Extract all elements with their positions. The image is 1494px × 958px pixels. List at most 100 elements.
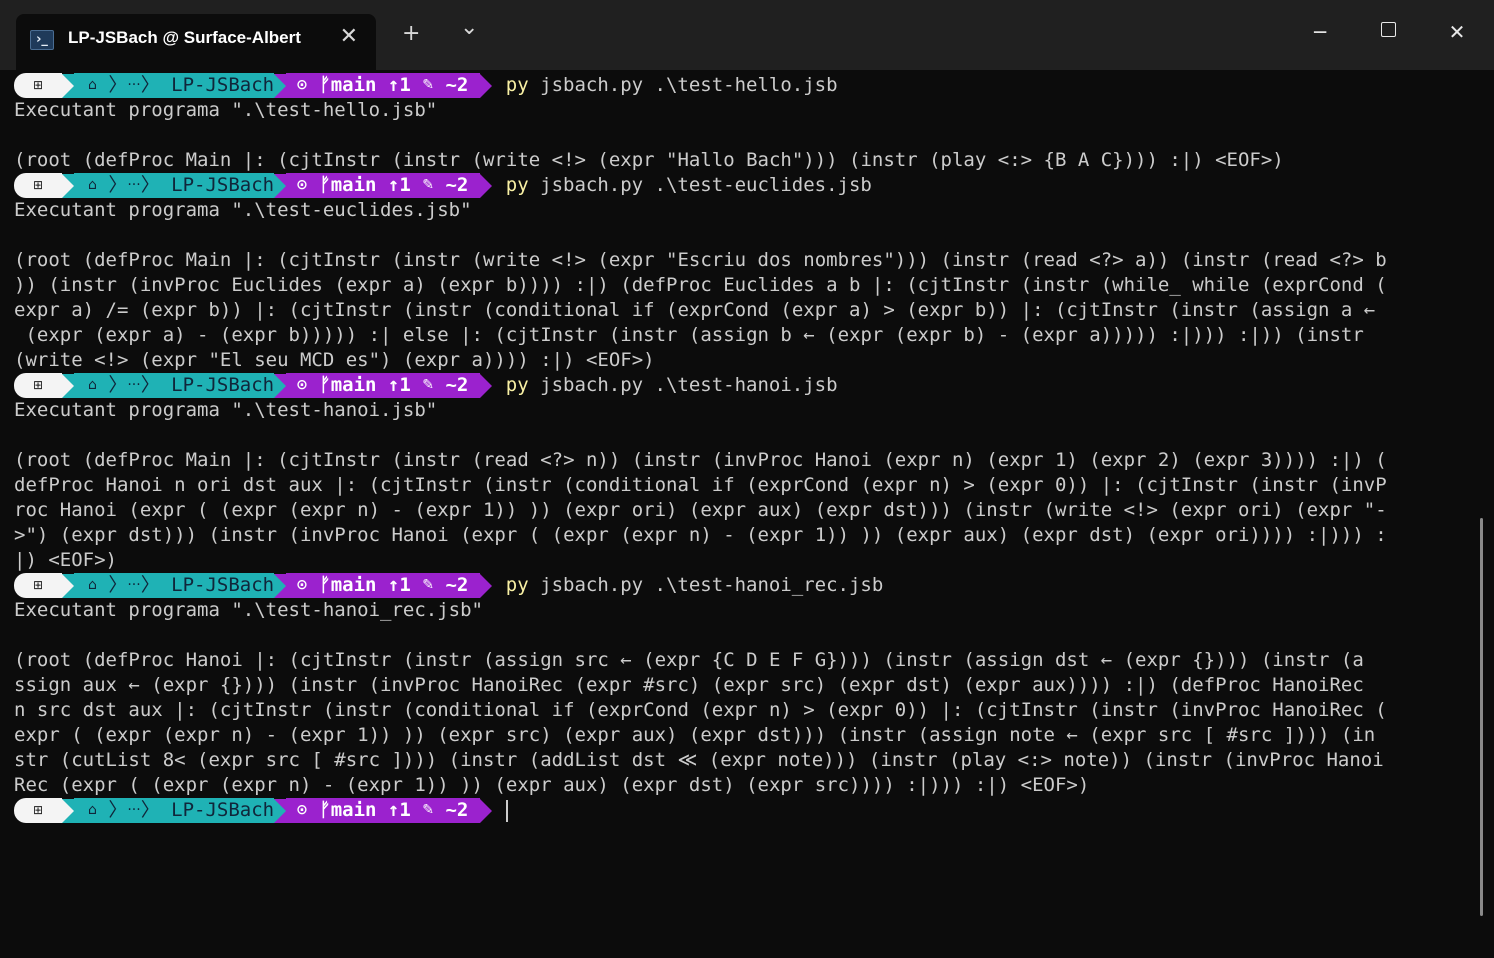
output-line: Executant programa ".\test-hanoi_rec.jsb… xyxy=(14,599,483,621)
output-line: expr ( (expr (expr n) - (expr 1)) )) (ex… xyxy=(14,724,1376,746)
windows-icon: ⊞ xyxy=(14,798,62,823)
output-line: Executant programa ".\test-hanoi.jsb" xyxy=(14,399,438,421)
tab-title: LP-JSBach @ Surface-Albert xyxy=(68,28,301,47)
output-line: (root (defProc Main |: (cjtInstr (instr … xyxy=(14,249,1387,271)
output-line: (root (defProc Main |: (cjtInstr (instr … xyxy=(14,449,1387,471)
github-icon: ⊙ xyxy=(296,77,308,93)
changes-count: ~2 xyxy=(445,799,469,821)
maximize-icon xyxy=(1380,22,1396,37)
segment-separator xyxy=(62,173,74,198)
output-line: |) <EOF>) xyxy=(14,549,117,571)
github-icon: ⊙ xyxy=(296,802,308,818)
tab-dropdown-icon[interactable]: ⌄ xyxy=(460,14,478,42)
path-separator: 〉 xyxy=(140,374,172,396)
path-separator: 〉 xyxy=(140,799,172,821)
path-segment: ⌂ 〉 ··· 〉 LP-JSBach xyxy=(74,798,275,823)
shell-prompt: ⊞ ⌂ 〉 ··· 〉 LP-JSBach ⊙ ᚠ main ↑1 ✎ ~2 xyxy=(14,798,1469,823)
ellipsis-icon: ··· xyxy=(127,377,141,393)
edit-icon: ✎ xyxy=(422,377,434,393)
changes-count: ~2 xyxy=(445,574,469,596)
branch-name: main xyxy=(330,174,377,196)
edit-icon: ✎ xyxy=(422,177,434,193)
path-separator: 〉 xyxy=(96,74,128,96)
terminal-tab[interactable]: ›_ LP-JSBach @ Surface-Albert ✕ xyxy=(16,14,376,70)
segment-separator xyxy=(479,573,492,598)
output-line: ssign aux ← (expr {}))) (instr (invProc … xyxy=(14,674,1364,696)
segment-separator xyxy=(274,573,287,598)
ahead-count: ↑1 xyxy=(387,74,411,96)
output-line: (root (defProc Main |: (cjtInstr (instr … xyxy=(14,149,1284,171)
segment-separator xyxy=(62,573,74,598)
edit-icon: ✎ xyxy=(422,77,434,93)
windows-icon: ⊞ xyxy=(14,573,62,598)
segment-separator xyxy=(479,373,492,398)
segment-separator xyxy=(479,173,492,198)
output-line: >") (expr dst))) (instr (invProc Hanoi (… xyxy=(14,524,1387,546)
path-segment: ⌂ 〉 ··· 〉 LP-JSBach xyxy=(74,173,275,198)
maximize-button[interactable] xyxy=(1368,16,1408,44)
ellipsis-icon: ··· xyxy=(127,577,141,593)
ellipsis-icon: ··· xyxy=(127,77,141,93)
current-dir: LP-JSBach xyxy=(171,799,275,821)
command-args: jsbach.py .\test-hello.jsb xyxy=(540,74,838,96)
path-separator: 〉 xyxy=(96,799,128,821)
ellipsis-icon: ··· xyxy=(127,802,141,818)
scrollbar-thumb[interactable] xyxy=(1480,518,1483,916)
segment-separator xyxy=(62,798,74,823)
path-segment: ⌂ 〉 ··· 〉 LP-JSBach xyxy=(74,573,275,598)
branch-name: main xyxy=(330,799,377,821)
changes-count: ~2 xyxy=(445,174,469,196)
path-separator: 〉 xyxy=(96,174,128,196)
changes-count: ~2 xyxy=(445,74,469,96)
path-separator: 〉 xyxy=(96,574,128,596)
output-line: roc Hanoi (expr ( (expr (expr n) - (expr… xyxy=(14,499,1387,521)
terminal-output[interactable]: ⊞ ⌂ 〉 ··· 〉 LP-JSBach ⊙ ᚠ main ↑1 ✎ ~2 py jsb… xyxy=(14,73,1469,823)
windows-icon: ⊞ xyxy=(14,73,62,98)
close-tab-icon[interactable]: ✕ xyxy=(340,24,358,49)
home-icon: ⌂ xyxy=(88,77,97,93)
segment-separator xyxy=(274,798,287,823)
segment-separator xyxy=(62,73,74,98)
git-segment: ⊙ ᚠ main ↑1 ✎ ~2 xyxy=(286,798,480,823)
close-window-button[interactable]: ✕ xyxy=(1437,18,1477,46)
text-cursor[interactable] xyxy=(505,799,508,822)
home-icon: ⌂ xyxy=(88,577,97,593)
branch-icon: ᚠ xyxy=(319,74,331,96)
github-icon: ⊙ xyxy=(296,577,308,593)
current-dir: LP-JSBach xyxy=(171,374,275,396)
github-icon: ⊙ xyxy=(296,377,308,393)
command-name: py xyxy=(505,374,529,396)
command-name: py xyxy=(505,74,529,96)
branch-icon: ᚠ xyxy=(319,799,331,821)
output-line: defProc Hanoi n ori dst aux |: (cjtInstr… xyxy=(14,474,1387,496)
current-dir: LP-JSBach xyxy=(171,74,275,96)
shell-prompt: ⊞ ⌂ 〉 ··· 〉 LP-JSBach ⊙ ᚠ main ↑1 ✎ ~2 py jsb… xyxy=(14,73,1469,98)
minimize-button[interactable]: ─ xyxy=(1300,18,1340,46)
git-segment: ⊙ ᚠ main ↑1 ✎ ~2 xyxy=(286,173,480,198)
command-name: py xyxy=(505,174,529,196)
segment-separator xyxy=(479,73,492,98)
current-dir: LP-JSBach xyxy=(171,174,275,196)
path-separator: 〉 xyxy=(140,574,172,596)
new-tab-button[interactable]: + xyxy=(402,20,420,48)
home-icon: ⌂ xyxy=(88,802,97,818)
edit-icon: ✎ xyxy=(422,577,434,593)
output-line: Executant programa ".\test-euclides.jsb" xyxy=(14,199,472,221)
output-line: (expr (expr a) - (expr b))))) :| else |:… xyxy=(14,324,1364,346)
shell-prompt: ⊞ ⌂ 〉 ··· 〉 LP-JSBach ⊙ ᚠ main ↑1 ✎ ~2 py jsb… xyxy=(14,573,1469,598)
shell-prompt: ⊞ ⌂ 〉 ··· 〉 LP-JSBach ⊙ ᚠ main ↑1 ✎ ~2 py jsb… xyxy=(14,373,1469,398)
command-name: py xyxy=(505,574,529,596)
command-args: jsbach.py .\test-hanoi.jsb xyxy=(540,374,838,396)
home-icon: ⌂ xyxy=(88,177,97,193)
shell-prompt: ⊞ ⌂ 〉 ··· 〉 LP-JSBach ⊙ ᚠ main ↑1 ✎ ~2 py jsb… xyxy=(14,173,1469,198)
segment-separator xyxy=(274,173,287,198)
windows-icon: ⊞ xyxy=(14,373,62,398)
output-line: str (cutList 8< (expr src [ #src ]))) (i… xyxy=(14,749,1384,771)
segment-separator xyxy=(479,798,492,823)
branch-icon: ᚠ xyxy=(319,574,331,596)
command-args: jsbach.py .\test-hanoi_rec.jsb xyxy=(540,574,884,596)
ahead-count: ↑1 xyxy=(387,174,411,196)
branch-icon: ᚠ xyxy=(319,374,331,396)
